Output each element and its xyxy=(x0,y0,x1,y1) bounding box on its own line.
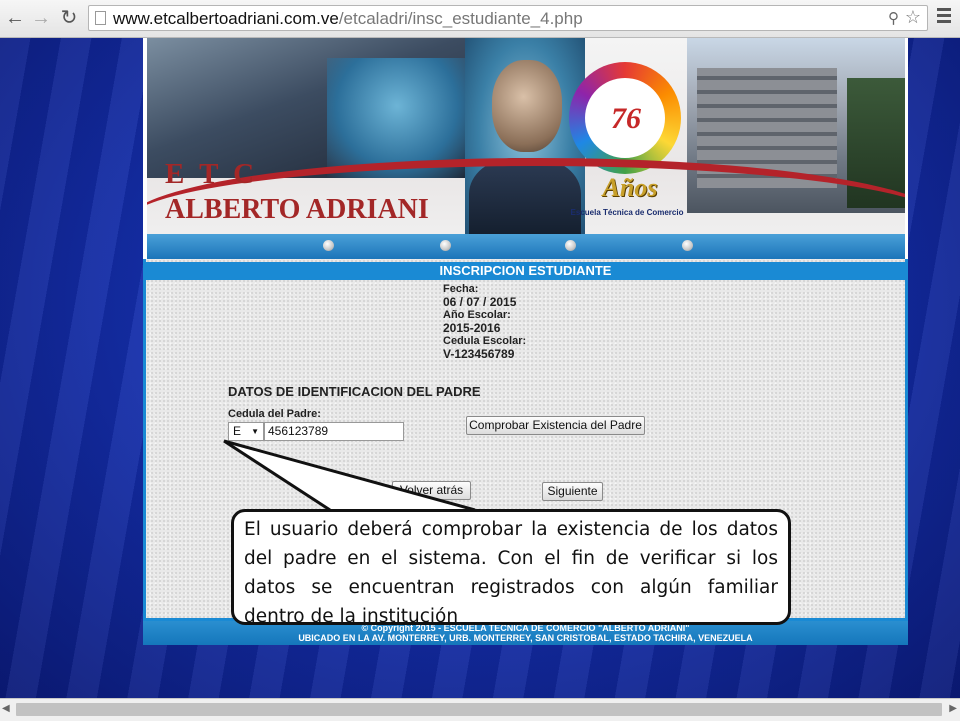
scroll-left-icon[interactable]: ◀ xyxy=(2,703,10,714)
scrollbar-thumb[interactable] xyxy=(16,703,942,716)
tutorial-callout: El usuario deberá comprobar la existenci… xyxy=(231,509,791,627)
scroll-right-icon[interactable]: ▶ xyxy=(949,703,957,714)
horizontal-scrollbar[interactable]: ◀ ▶ xyxy=(0,698,960,721)
